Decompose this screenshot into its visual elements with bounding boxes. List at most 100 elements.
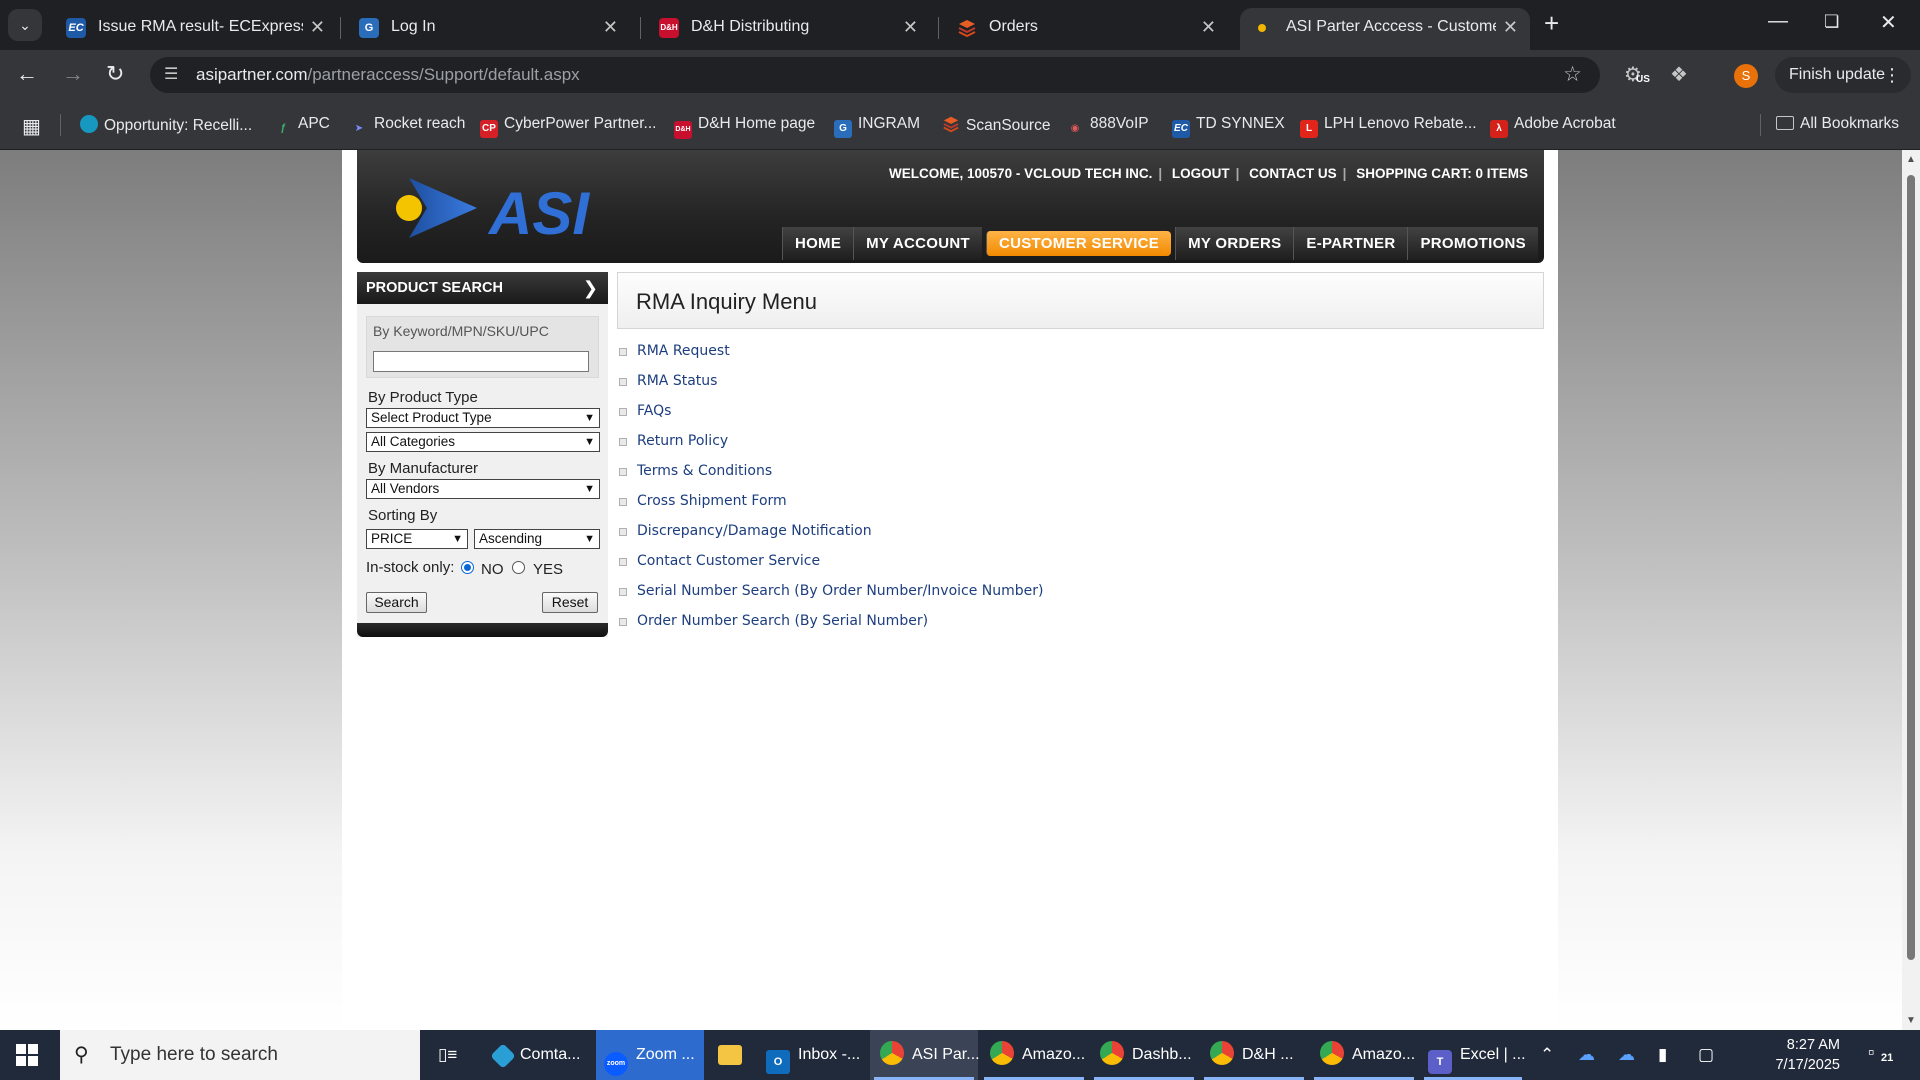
- tab-close-icon[interactable]: ✕: [1201, 17, 1216, 38]
- back-arrow-icon[interactable]: ←: [16, 61, 38, 87]
- scrollbar-thumb[interactable]: [1907, 175, 1915, 960]
- taskbar-search-box[interactable]: ⚲ Type here to search: [60, 1030, 420, 1080]
- chrome-icon: [880, 1041, 904, 1065]
- serial-number-search-link[interactable]: Serial Number Search (By Order Number/In…: [617, 581, 1517, 611]
- site-info-icon[interactable]: ☰: [164, 64, 178, 84]
- notification-icon[interactable]: ▫ 21: [1868, 1042, 1895, 1064]
- discrepancy-damage-link[interactable]: Discrepancy/Damage Notification: [617, 521, 1517, 551]
- bookmark-opportunity[interactable]: Opportunity: Recelli...: [80, 115, 252, 135]
- clock-time: 8:27 AM: [1786, 1037, 1840, 1053]
- show-hidden-icons[interactable]: ⌃: [1540, 1045, 1554, 1065]
- tab-close-icon[interactable]: ✕: [903, 17, 918, 38]
- bookmark-rocket-reach[interactable]: ➤ Rocket reach: [350, 115, 466, 138]
- order-number-search-link[interactable]: Order Number Search (By Serial Number): [617, 611, 1517, 641]
- bookmark-adobe-acrobat[interactable]: λ Adobe Acrobat: [1490, 115, 1616, 138]
- instock-no-radio[interactable]: [461, 561, 474, 574]
- bookmark-888voip[interactable]: ◉ 888VoIP: [1066, 115, 1149, 138]
- taskbar-app-file-explorer[interactable]: [712, 1030, 752, 1080]
- nav-promotions[interactable]: PROMOTIONS: [1407, 227, 1538, 260]
- address-bar[interactable]: ☰ asipartner.com/partneraccess/Support/d…: [150, 57, 1600, 93]
- chrome-icon: [1210, 1041, 1234, 1065]
- nav-my-orders[interactable]: MY ORDERS: [1175, 227, 1294, 260]
- product-type-select[interactable]: Select Product Type ▼: [366, 408, 600, 428]
- rma-request-link[interactable]: RMA Request: [617, 341, 1517, 371]
- scroll-down-icon[interactable]: ▼: [1906, 1015, 1916, 1026]
- nav-e-partner[interactable]: E-PARTNER: [1293, 227, 1408, 260]
- tab-close-icon[interactable]: ✕: [310, 17, 325, 38]
- contact-customer-service-link[interactable]: Contact Customer Service: [617, 551, 1517, 581]
- search-button[interactable]: Search: [366, 592, 427, 613]
- apps-grid-icon[interactable]: ▦: [22, 114, 41, 139]
- cyberpower-icon: CP: [480, 120, 498, 138]
- nav-customer-service[interactable]: CUSTOMER SERVICE: [985, 231, 1172, 256]
- taskbar-app-amazon-2[interactable]: Amazo...: [1310, 1030, 1418, 1080]
- bookmark-cyberpower[interactable]: CP CyberPower Partner...: [480, 115, 656, 138]
- tab-search-button[interactable]: ⌄: [8, 9, 42, 41]
- task-view-icon[interactable]: ▯≡: [438, 1045, 457, 1065]
- keyword-input[interactable]: [373, 351, 589, 372]
- cross-shipment-form-link[interactable]: Cross Shipment Form: [617, 491, 1517, 521]
- tab-close-icon[interactable]: ✕: [603, 17, 618, 38]
- finish-update-button[interactable]: Finish update ⋮: [1775, 57, 1911, 93]
- new-tab-button[interactable]: +: [1544, 8, 1559, 39]
- nav-home[interactable]: HOME: [781, 227, 854, 260]
- minimize-icon[interactable]: —: [1768, 10, 1788, 33]
- tab-asi-partner-access[interactable]: ASI Parter Acccess - Customer S ✕: [1240, 8, 1530, 50]
- return-policy-link[interactable]: Return Policy: [617, 431, 1517, 461]
- bookmark-scansource[interactable]: ScanSource: [942, 115, 1050, 135]
- window-close-icon[interactable]: ✕: [1880, 10, 1897, 35]
- asi-logo[interactable]: ASI: [387, 168, 627, 248]
- profile-avatar[interactable]: S: [1734, 64, 1758, 88]
- rma-status-link[interactable]: RMA Status: [617, 371, 1517, 401]
- contact-us-link[interactable]: CONTACT US: [1243, 166, 1343, 181]
- reload-icon[interactable]: ↻: [106, 61, 124, 87]
- onedrive-icon-2[interactable]: ☁: [1618, 1045, 1635, 1065]
- tab-dh-distributing[interactable]: D&H D&H Distributing ✕: [645, 8, 930, 50]
- taskbar-app-excel[interactable]: T Excel | ...: [1420, 1030, 1526, 1080]
- shopping-cart-link[interactable]: SHOPPING CART: 0 ITEMS: [1350, 166, 1534, 181]
- url-text[interactable]: asipartner.com/partneraccess/Support/def…: [196, 65, 580, 85]
- bookmark-ingram[interactable]: G INGRAM: [834, 115, 920, 138]
- taskbar-app-dh[interactable]: D&H ...: [1200, 1030, 1308, 1080]
- menu-dots-icon[interactable]: ⋮: [1883, 57, 1901, 93]
- scroll-up-icon[interactable]: ▲: [1906, 154, 1916, 165]
- category-select[interactable]: All Categories ▼: [366, 432, 600, 452]
- sort-order-select[interactable]: Ascending ▼: [474, 529, 600, 549]
- battery-icon[interactable]: ▮: [1658, 1045, 1667, 1065]
- forward-arrow-icon[interactable]: →: [62, 61, 84, 87]
- network-icon[interactable]: ▢: [1698, 1045, 1714, 1065]
- bookmark-star-icon[interactable]: ☆: [1563, 62, 1582, 87]
- tab-close-icon[interactable]: ✕: [1503, 17, 1518, 38]
- terms-conditions-link[interactable]: Terms & Conditions: [617, 461, 1517, 491]
- extension-us-icon[interactable]: ⚙ US: [1624, 62, 1650, 87]
- bookmark-dh-home[interactable]: D&H D&H Home page: [674, 115, 815, 139]
- taskbar-app-outlook[interactable]: O Inbox -...: [762, 1030, 862, 1080]
- windows-start-icon[interactable]: [16, 1044, 38, 1066]
- all-bookmarks[interactable]: All Bookmarks: [1776, 115, 1899, 133]
- tab-log-in[interactable]: G Log In ✕: [345, 8, 630, 50]
- manufacturer-select[interactable]: All Vendors ▼: [366, 479, 600, 499]
- page-scrollbar[interactable]: ▲ ▼: [1902, 150, 1920, 1030]
- bookmark-apc[interactable]: ƒ APC: [274, 115, 330, 138]
- taskbar-app-comta[interactable]: Comta...: [488, 1030, 590, 1080]
- bookmark-td-synnex[interactable]: EC TD SYNNEX: [1172, 115, 1285, 138]
- restore-icon[interactable]: ❏: [1824, 12, 1839, 32]
- extensions-puzzle-icon[interactable]: ❖: [1670, 62, 1688, 87]
- system-clock[interactable]: 8:27 AM 7/17/2025: [1740, 1035, 1840, 1075]
- tab-orders[interactable]: Orders ✕: [943, 8, 1228, 50]
- taskbar-app-dashboard[interactable]: Dashb...: [1090, 1030, 1198, 1080]
- sort-field-select[interactable]: PRICE ▼: [366, 529, 468, 549]
- product-search-header[interactable]: PRODUCT SEARCH ❯: [357, 272, 608, 304]
- onedrive-icon[interactable]: ☁: [1578, 1045, 1595, 1065]
- tab-issue-rma[interactable]: EC Issue RMA result- ECExpress - T ✕: [52, 8, 337, 50]
- taskbar-app-amazon[interactable]: Amazo...: [980, 1030, 1088, 1080]
- nav-my-account[interactable]: MY ACCOUNT: [853, 227, 982, 260]
- bookmark-lenovo-rebate[interactable]: L LPH Lenovo Rebate...: [1300, 115, 1477, 138]
- instock-yes-radio[interactable]: [512, 561, 525, 574]
- faqs-link[interactable]: FAQs: [617, 401, 1517, 431]
- reset-button[interactable]: Reset: [542, 592, 598, 613]
- bookmarks-bar: ▦ Opportunity: Recelli... ƒ APC ➤ Rocket r…: [0, 100, 1920, 150]
- logout-link[interactable]: LOGOUT: [1166, 166, 1236, 181]
- taskbar-app-zoom[interactable]: zoomZoom ...: [596, 1030, 704, 1080]
- taskbar-app-asi-partner[interactable]: ASI Par...: [870, 1030, 980, 1080]
